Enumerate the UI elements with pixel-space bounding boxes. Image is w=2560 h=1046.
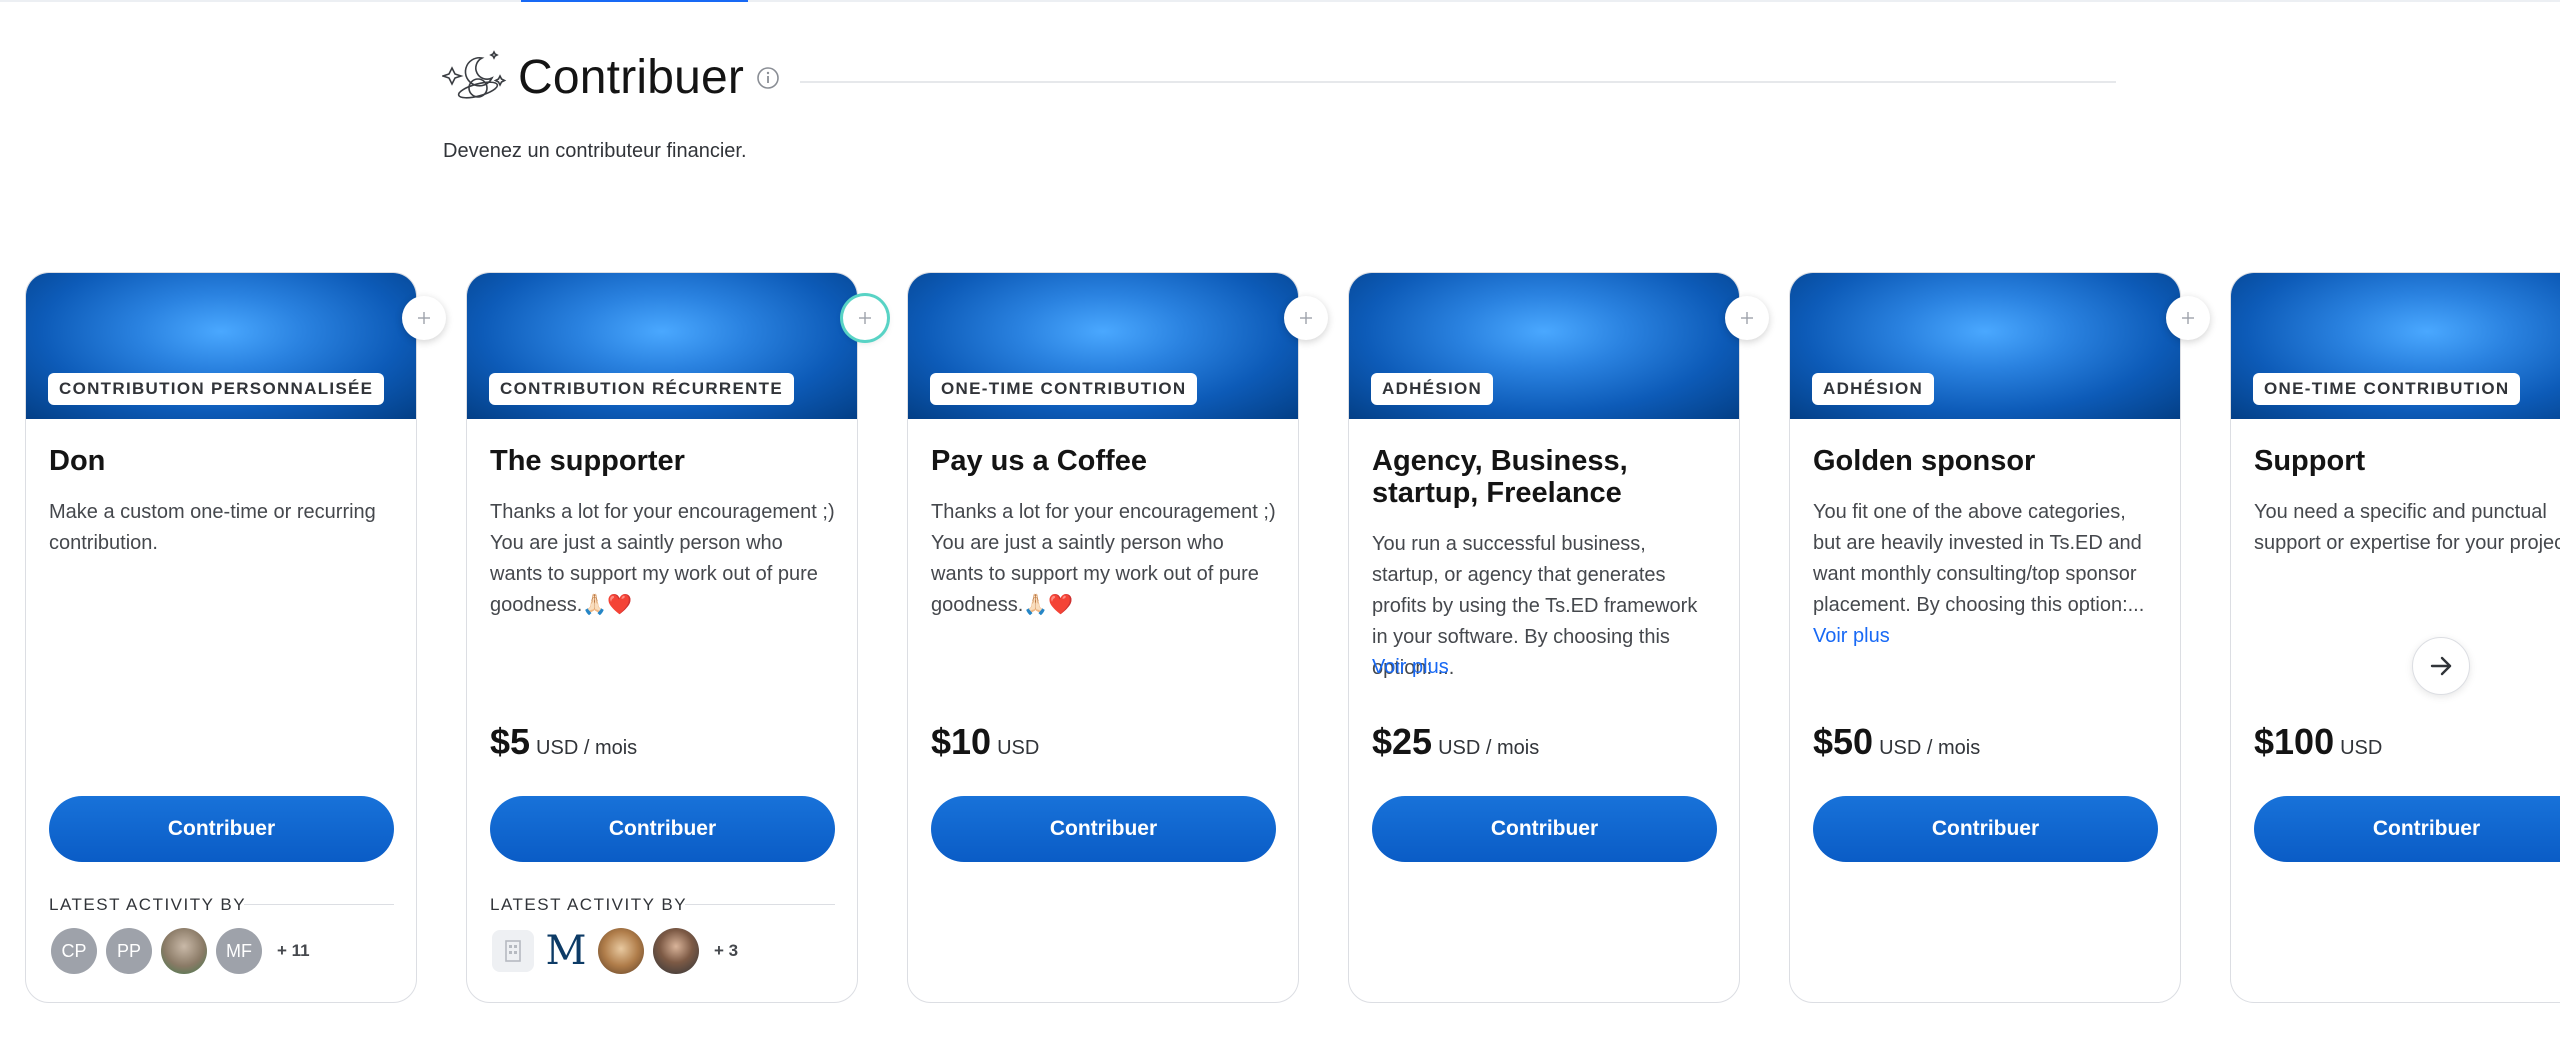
tier-price: $100 USD: [2254, 721, 2382, 763]
price-amount: $50: [1813, 721, 1874, 762]
arrow-right-icon[interactable]: [2412, 637, 2470, 695]
avatar[interactable]: PP: [106, 928, 152, 974]
tier-card-pay-us-a-coffee: ONE-TIME CONTRIBUTION Pay us a Coffee Th…: [907, 272, 1299, 1003]
contributor-avatars: CP PP MF + 11: [51, 928, 310, 974]
info-icon[interactable]: [756, 66, 780, 90]
more-contributors-count: + 11: [277, 941, 310, 960]
tier-type-badge: ONE-TIME CONTRIBUTION: [930, 373, 1198, 405]
section-divider: [800, 81, 2116, 83]
building-icon[interactable]: [492, 930, 534, 972]
avatar[interactable]: [161, 928, 207, 974]
latest-activity-label: LATEST ACTIVITY BY: [490, 895, 688, 914]
tier-price: $5 USD / mois: [490, 721, 637, 763]
price-unit: USD / mois: [1879, 737, 1981, 759]
activity-divider: [685, 904, 835, 905]
price-unit: USD: [997, 737, 1040, 759]
avatar[interactable]: CP: [51, 928, 97, 974]
activity-divider: [244, 904, 394, 905]
tier-price: $50 USD / mois: [1813, 721, 1980, 763]
price-unit: USD / mois: [1438, 737, 1540, 759]
tier-title: Pay us a Coffee: [931, 445, 1147, 477]
price-amount: $25: [1372, 721, 1433, 762]
avatar[interactable]: M: [543, 928, 589, 974]
space-planet-icon: [442, 50, 507, 99]
section-title: Contribuer: [518, 51, 745, 104]
tier-title: Agency, Business, startup, Freelance: [1372, 445, 1628, 509]
tier-price: $25 USD / mois: [1372, 721, 1539, 763]
read-more-link[interactable]: Voir plus: [1372, 656, 1449, 679]
top-tab-bar: [0, 0, 2560, 2]
tier-description: Thanks a lot for your encouragement ;) Y…: [931, 501, 1276, 616]
move-icon[interactable]: [1725, 296, 1769, 340]
tier-description: You need a specific and punctual support…: [2254, 501, 2560, 554]
latest-activity-label: LATEST ACTIVITY BY: [49, 895, 247, 914]
tier-title: The supporter: [490, 445, 685, 477]
price-amount: $5: [490, 721, 531, 762]
tier-type-badge: CONTRIBUTION PERSONNALISÉE: [48, 373, 385, 405]
price-amount: $10: [931, 721, 992, 762]
avatar[interactable]: [598, 928, 644, 974]
section-header: Contribuer: [442, 48, 780, 108]
more-contributors-count: + 3: [714, 941, 739, 960]
tier-card-golden-sponsor: ADHÉSION Golden sponsor You fit one of t…: [1789, 272, 2181, 1003]
avatar[interactable]: [653, 928, 699, 974]
contribute-button[interactable]: Contribuer: [49, 796, 394, 862]
active-tab-indicator: [521, 0, 748, 2]
tier-card-agency: ADHÉSION Agency, Business, startup, Free…: [1348, 272, 1740, 1003]
move-icon[interactable]: [402, 296, 446, 340]
section-subtitle: Devenez un contributeur financier.: [443, 140, 747, 162]
move-icon[interactable]: [1284, 296, 1328, 340]
tier-card-don: CONTRIBUTION PERSONNALISÉE Don Make a cu…: [25, 272, 417, 1003]
price-unit: USD / mois: [536, 737, 638, 759]
move-icon[interactable]: [843, 296, 887, 340]
contributor-avatars: M + 3: [492, 928, 738, 974]
contribute-button[interactable]: Contribuer: [2254, 796, 2560, 862]
read-more-link[interactable]: Voir plus: [1813, 625, 1890, 648]
tier-description: Make a custom one-time or recurring cont…: [49, 501, 376, 554]
contribute-button[interactable]: Contribuer: [1813, 796, 2158, 862]
tier-title: Don: [49, 445, 106, 477]
tier-type-badge: ADHÉSION: [1371, 373, 1494, 405]
tier-type-badge: CONTRIBUTION RÉCURRENTE: [489, 373, 795, 405]
tier-card-support: ONE-TIME CONTRIBUTION Support You need a…: [2230, 272, 2560, 1003]
price-amount: $100: [2254, 721, 2335, 762]
contribute-button[interactable]: Contribuer: [1372, 796, 1717, 862]
tier-type-badge: ADHÉSION: [1812, 373, 1935, 405]
contribute-button[interactable]: Contribuer: [490, 796, 835, 862]
tier-type-badge: ONE-TIME CONTRIBUTION: [2253, 373, 2521, 405]
tier-title: Golden sponsor: [1813, 445, 2036, 477]
tier-price: $10 USD: [931, 721, 1039, 763]
tier-description: You fit one of the above categories, but…: [1813, 501, 2145, 616]
price-unit: USD: [2340, 737, 2383, 759]
avatar[interactable]: MF: [216, 928, 262, 974]
move-icon[interactable]: [2166, 296, 2210, 340]
contribute-button[interactable]: Contribuer: [931, 796, 1276, 862]
tier-description: Thanks a lot for your encouragement ;) Y…: [490, 501, 835, 616]
tier-card-the-supporter: CONTRIBUTION RÉCURRENTE The supporter Th…: [466, 272, 858, 1003]
tier-title: Support: [2254, 445, 2366, 477]
